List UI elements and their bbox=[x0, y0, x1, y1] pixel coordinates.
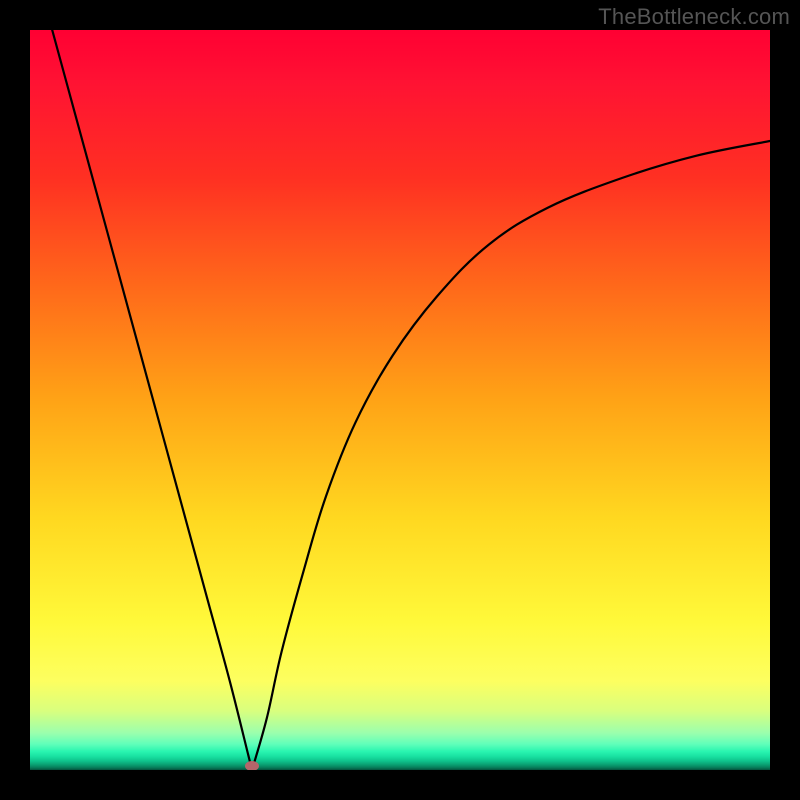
plot-area bbox=[30, 30, 770, 770]
gradient-background bbox=[30, 30, 770, 770]
optimum-marker bbox=[245, 761, 259, 770]
watermark-text: TheBottleneck.com bbox=[598, 4, 790, 30]
chart-frame: TheBottleneck.com bbox=[0, 0, 800, 800]
